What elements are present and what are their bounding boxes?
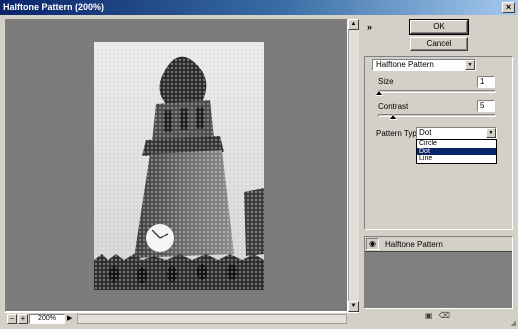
size-field[interactable]: 1 (477, 76, 495, 88)
layer-actions: ▣ ⌫ (425, 311, 450, 320)
resize-grip-icon[interactable]: ◢ (511, 319, 516, 327)
contrast-slider-thumb[interactable] (388, 114, 397, 120)
pattern-type-option[interactable]: Circle (417, 140, 496, 148)
chevron-down-icon[interactable]: ▼ (465, 60, 475, 70)
status-bar: − + 200% ▶ (5, 312, 359, 324)
layer-name: Halftone Pattern (385, 240, 443, 249)
pattern-type-select[interactable]: Dot ▼ (416, 127, 497, 139)
window-title: Halftone Pattern (200%) (3, 2, 105, 12)
pattern-type-option[interactable]: Dot (417, 147, 496, 155)
eye-icon[interactable]: ◉ (366, 238, 379, 250)
title-bar: Halftone Pattern (200%) × (0, 0, 518, 15)
preview-horizontal-scrollbar[interactable] (77, 314, 347, 324)
contrast-label: Contrast (378, 102, 409, 111)
size-slider-thumb[interactable] (375, 90, 383, 96)
ok-button[interactable]: OK (409, 19, 469, 35)
filter-select[interactable]: Halftone Pattern ▼ (372, 59, 476, 71)
contrast-field[interactable]: 5 (477, 100, 495, 112)
scroll-up-icon[interactable]: ▲ (348, 19, 359, 30)
pattern-type-dropdown[interactable]: Circle Dot Line (416, 139, 497, 164)
zoom-in-button[interactable]: + (18, 314, 28, 324)
zoom-out-button[interactable]: − (7, 314, 17, 324)
pattern-type-value: Dot (419, 128, 432, 137)
filter-select-value: Halftone Pattern (376, 60, 434, 69)
preview-area[interactable] (5, 19, 348, 312)
delete-layer-icon[interactable]: ⌫ (439, 311, 450, 320)
chevron-down-icon[interactable]: ▼ (486, 128, 496, 138)
collapse-icon[interactable]: » (367, 22, 372, 32)
scroll-down-icon[interactable]: ▼ (348, 301, 359, 312)
new-layer-icon[interactable]: ▣ (425, 311, 433, 320)
zoom-level-field[interactable]: 200% (29, 314, 65, 324)
cancel-button[interactable]: Cancel (410, 37, 468, 51)
size-label: Size (378, 77, 394, 86)
close-button[interactable]: × (502, 2, 515, 13)
pattern-type-option[interactable]: Line (417, 155, 496, 163)
contrast-slider[interactable] (378, 114, 496, 120)
layer-row[interactable]: ◉ Halftone Pattern (365, 237, 512, 252)
size-slider[interactable] (375, 90, 496, 96)
zoom-menu-icon[interactable]: ▶ (67, 314, 75, 324)
preview-vertical-scrollbar[interactable]: ▲ ▼ (348, 19, 359, 312)
effect-layers-panel: ◉ Halftone Pattern (364, 236, 513, 309)
halftone-preview-image[interactable] (94, 42, 264, 290)
